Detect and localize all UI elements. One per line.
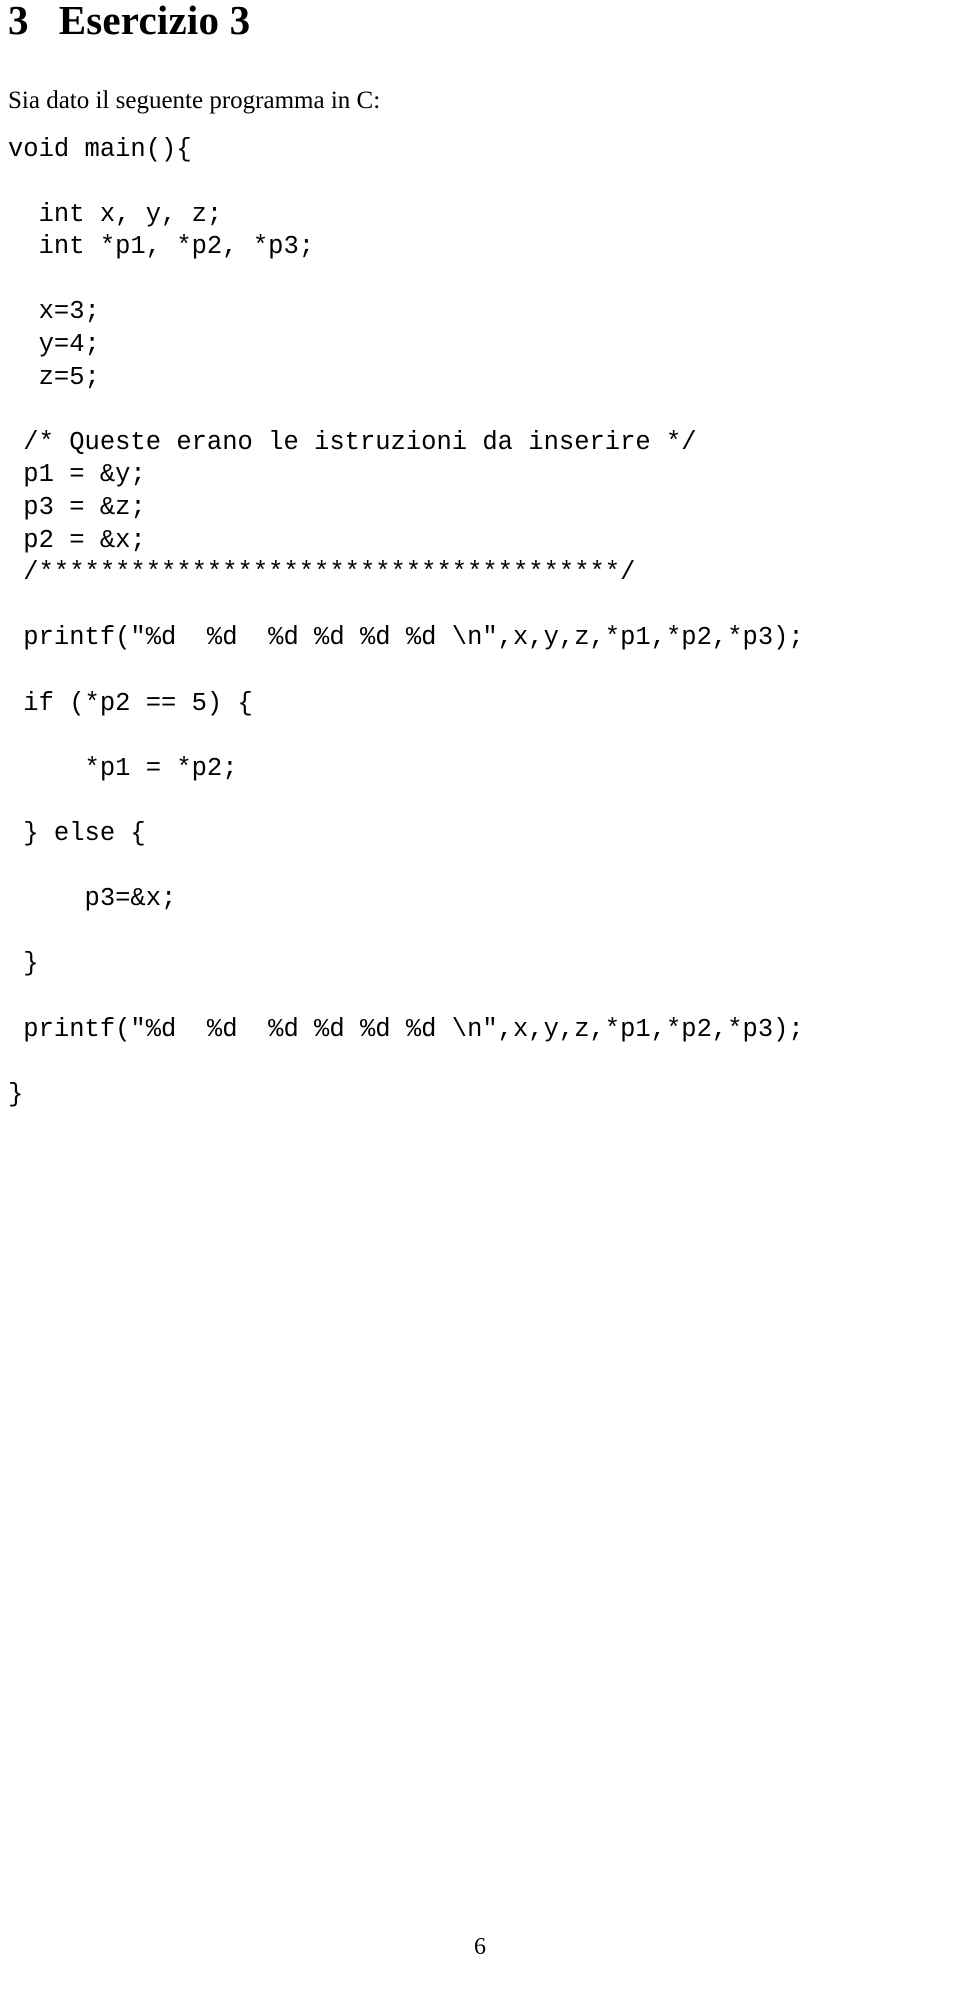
code-listing: void main(){ int x, y, z; int *p1, *p2, … <box>8 134 804 1112</box>
code-line: printf("%d %d %d %d %d %d \n",x,y,z,*p1,… <box>8 623 804 653</box>
code-line: p3 = &z; <box>8 493 146 523</box>
code-line: if (*p2 == 5) { <box>8 688 253 718</box>
code-line: int *p1, *p2, *p3; <box>8 232 315 262</box>
code-line: x=3; <box>8 297 100 327</box>
page-title: 3 Esercizio 3 <box>0 0 250 44</box>
code-line: p1 = &y; <box>8 460 146 490</box>
code-line: } else { <box>8 818 146 848</box>
code-line: } <box>8 949 39 979</box>
section-title: Esercizio 3 <box>58 0 251 43</box>
document-page: 3 Esercizio 3 Sia dato il seguente progr… <box>0 0 960 1999</box>
code-line: /* Queste erano le istruzioni da inserir… <box>8 427 697 457</box>
code-line: /**************************************/ <box>8 558 636 588</box>
code-line: p2 = &x; <box>8 525 146 555</box>
code-line: y=4; <box>8 330 100 360</box>
code-line: p3=&x; <box>8 884 177 914</box>
intro-paragraph: Sia dato il seguente programma in C: <box>8 87 381 114</box>
section-number: 3 <box>8 0 29 43</box>
code-line: printf("%d %d %d %d %d %d \n",x,y,z,*p1,… <box>8 1014 804 1044</box>
code-line: void main(){ <box>8 134 192 164</box>
code-line: z=5; <box>8 362 100 392</box>
code-line: int x, y, z; <box>8 199 223 229</box>
page-number: 6 <box>474 1934 486 1960</box>
code-line: } <box>8 1079 24 1109</box>
code-line: *p1 = *p2; <box>8 753 238 783</box>
